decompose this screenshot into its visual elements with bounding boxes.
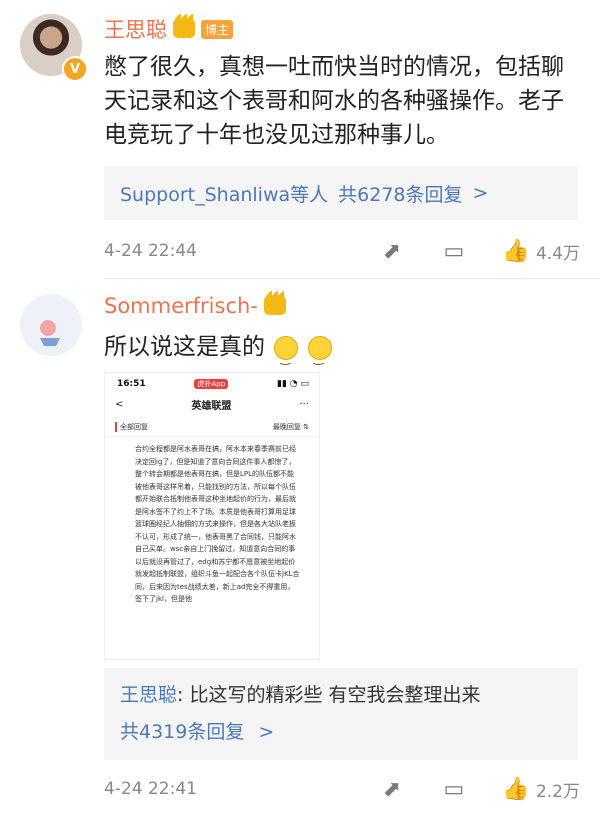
like-count: 4.4万: [535, 243, 580, 264]
comment-icon[interactable]: ▭: [440, 237, 468, 265]
comment-text-content: 所以说这是真的: [104, 334, 265, 360]
signal-icon: ▮▮ ◔ ▭: [277, 379, 309, 389]
filter-right: 最晚回复 ⇅: [272, 423, 309, 431]
filter-bar: 全部回复 最晚回复 ⇅: [105, 418, 319, 437]
comment-header: Sommerfrisch-: [104, 291, 286, 318]
more-icon: ···: [299, 399, 309, 410]
comment-text: 憋了很久，真想一吐而快当时的情况，包括聊天记录和这个表哥和阿水的各种骚操作。老子…: [104, 54, 564, 148]
app-badge: 虎扑App: [194, 379, 229, 389]
nav-bar: < 英雄联盟 ···: [105, 391, 319, 418]
chevron-right-icon: >: [472, 182, 489, 204]
timestamp: 4-24 22:44: [104, 241, 197, 261]
blogger-badge: 博主: [201, 19, 234, 39]
like-count: 2.2万: [535, 781, 580, 802]
chevron-right-icon: >: [258, 721, 275, 743]
crown-icon: [263, 291, 286, 315]
back-icon: <: [115, 399, 124, 410]
comment-text: 所以说这是真的: [104, 330, 578, 375]
reply-count[interactable]: 共6278条回复: [338, 180, 462, 207]
comment-header: 王思聪 博主: [104, 14, 234, 44]
reply-users[interactable]: Support_Shanliwa等人: [120, 180, 328, 207]
crown-icon: [173, 14, 195, 38]
embedded-screenshot[interactable]: 16:51 虎扑App ▮▮ ◔ ▭ < 英雄联盟 ··· 全部回复 最晚回复 …: [104, 372, 320, 660]
share-icon[interactable]: ⬈: [378, 775, 406, 803]
nav-title: 英雄联盟: [191, 401, 232, 412]
comment-meta: 4-24 22:44 ⬈ ▭ 👍 4.4万: [104, 236, 580, 266]
smile-emoji-icon: [307, 335, 332, 375]
username[interactable]: Sommerfrisch-: [104, 294, 258, 318]
reply-count-line[interactable]: 共4319条回复 >: [120, 717, 578, 744]
smile-emoji-icon: [274, 335, 299, 375]
filter-left: 全部回复: [115, 422, 148, 432]
status-time: 16:51: [117, 379, 146, 389]
reply-author[interactable]: 王思聪: [120, 684, 177, 706]
verified-badge-icon: V: [62, 56, 88, 82]
replies-summary[interactable]: Support_Shanliwa等人 共6278条回复 >: [104, 166, 578, 220]
avatar[interactable]: [20, 294, 82, 356]
share-icon[interactable]: ⬈: [378, 237, 406, 265]
like-icon[interactable]: 👍: [502, 775, 530, 803]
like-icon[interactable]: 👍: [502, 237, 530, 265]
reply-count[interactable]: 共4319条回复: [120, 721, 244, 743]
status-bar: 16:51 虎扑App ▮▮ ◔ ▭: [105, 373, 319, 391]
username[interactable]: 王思聪: [104, 14, 167, 44]
timestamp: 4-24 22:41: [104, 779, 197, 799]
comment-meta: 4-24 22:41 ⬈ ▭ 👍 2.2万: [104, 774, 580, 804]
embedded-body: 合约全程都是阿水表哥在搞，阿水本来春季赛前已经决定回ig了，但是知道了意向合同这…: [135, 445, 300, 603]
reply-line: 王思聪: 比这写的精彩些 有空我会整理出来: [120, 680, 578, 707]
comment-icon[interactable]: ▭: [440, 775, 468, 803]
reply-sep: :: [177, 684, 190, 706]
reply-box[interactable]: 王思聪: 比这写的精彩些 有空我会整理出来 共4319条回复 >: [104, 668, 578, 760]
reply-text: 比这写的精彩些 有空我会整理出来: [189, 684, 481, 706]
divider: [104, 278, 600, 279]
